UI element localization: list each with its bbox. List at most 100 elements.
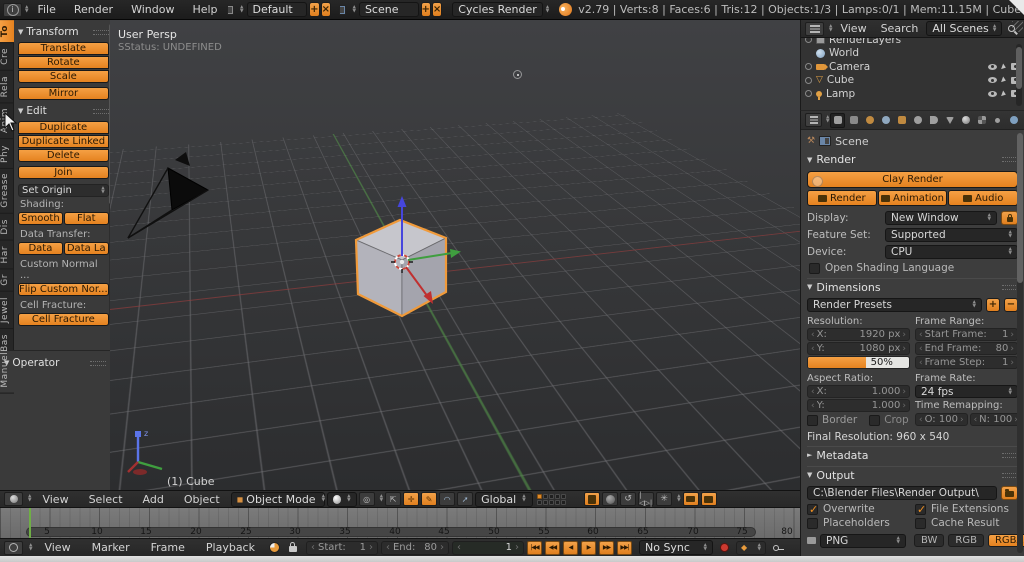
end-frame-field[interactable]: ‹ End Frame: 80 › (915, 342, 1018, 355)
output-path-field[interactable]: C:\Blender Files\Render Output\ (807, 485, 997, 500)
pivot-point-icon[interactable]: ◎ (358, 492, 375, 506)
mode-selector[interactable]: ◼ Object Mode ▲ ▼ (230, 491, 325, 507)
frame-rate-selector[interactable]: 24 fps ▲ ▼ (915, 385, 1018, 398)
render-opengl-icon[interactable] (682, 492, 699, 506)
tab-tools[interactable]: To (0, 20, 14, 44)
menu-file[interactable]: File (28, 3, 64, 16)
auto-keyframe-record-button[interactable] (719, 543, 729, 552)
mirror-button[interactable]: Mirror (18, 87, 109, 100)
layers-widget[interactable] (537, 493, 567, 505)
render-presets-selector[interactable]: Render Presets ▲ ▼ (807, 297, 982, 312)
end-frame-field[interactable]: ‹ End: 80 › (380, 540, 449, 555)
timeline-editor-icon[interactable] (4, 540, 23, 555)
selectability-icon[interactable] (1001, 90, 1007, 98)
placeholders-checkbox[interactable] (807, 517, 818, 529)
area-corner-grip[interactable] (1012, 21, 1023, 32)
add-scene-button[interactable]: + (420, 2, 431, 17)
outliner-editor-icon[interactable] (805, 21, 824, 36)
panel-header-operator[interactable]: ▼ Operator (4, 357, 106, 369)
close-scene-button[interactable]: × (431, 2, 443, 17)
render-animation-button[interactable]: Animation (877, 190, 948, 206)
panel-header-render[interactable]: ▼ Render (807, 151, 1018, 168)
tab-render[interactable] (830, 112, 846, 128)
manipulator-scale-toggle[interactable]: ◠ (439, 492, 456, 506)
playback-range-icon[interactable] (268, 542, 280, 553)
timeline-marker-menu[interactable]: Marker (83, 541, 139, 554)
tab-render-layers[interactable] (846, 113, 861, 128)
close-layout-button[interactable]: × (320, 2, 331, 17)
tab-manuelbas[interactable]: ManuelBas (0, 329, 14, 394)
current-frame-field[interactable]: ‹ 1 › (451, 540, 524, 555)
crop-checkbox[interactable] (869, 414, 881, 426)
select-menu[interactable]: Select (80, 493, 132, 506)
cell-fracture-button[interactable]: Cell Fracture (18, 313, 109, 326)
scale-button[interactable]: Scale (18, 70, 109, 83)
aspect-x-field[interactable]: ‹ X: 1.000 › (807, 385, 910, 398)
object-menu[interactable]: Object (175, 493, 229, 506)
visibility-eye-icon[interactable] (988, 63, 997, 70)
tab-material[interactable] (958, 113, 973, 128)
render-engine-selector[interactable]: Cycles Render (452, 2, 543, 17)
info-editor-icon[interactable]: i (3, 2, 22, 17)
tab-physics[interactable] (1006, 113, 1021, 128)
proportional-edit-icon[interactable]: |◁▷| (638, 491, 655, 507)
outliner-row-cube[interactable]: ▽ Cube (805, 74, 1020, 88)
cache-result-checkbox[interactable] (915, 517, 926, 529)
rotate-button[interactable]: Rotate (18, 56, 109, 69)
tab-world[interactable] (878, 113, 893, 128)
remap-new-field[interactable]: ‹N: 100› (969, 413, 1022, 426)
tab-gr[interactable]: Gr (0, 269, 14, 293)
remove-preset-button[interactable]: − (1004, 297, 1018, 312)
editor-type-icon[interactable] (4, 492, 23, 506)
translate-button[interactable]: Translate (18, 42, 109, 55)
snap-file-icon[interactable] (584, 492, 601, 506)
tab-har[interactable]: Har (0, 240, 14, 270)
jump-to-start-button[interactable]: |◀◀ (526, 540, 542, 555)
rgb-button[interactable]: RGB (948, 534, 984, 547)
panel-header-metadata[interactable]: ► Metadata (807, 446, 1018, 463)
menu-render[interactable]: Render (65, 3, 122, 16)
properties-editor-icon[interactable] (805, 113, 822, 127)
viewport-3d[interactable]: z User Persp SStatus: UNDEFINED (1) Cube (110, 20, 800, 490)
scene-icon[interactable] (338, 4, 347, 15)
tab-object[interactable] (894, 113, 909, 128)
tab-grease-pencil[interactable]: Grease (0, 168, 14, 215)
selectability-icon[interactable] (1001, 76, 1007, 84)
feature-set-selector[interactable]: Supported ▲ ▼ (885, 227, 1018, 242)
lamp-object[interactable] (513, 70, 522, 79)
outliner-row-world[interactable]: World (805, 47, 1020, 61)
duplicate-button[interactable]: Duplicate (18, 121, 109, 134)
tab-data[interactable] (942, 113, 957, 128)
outliner-filter-selector[interactable]: All Scenes ▲ ▼ (926, 21, 1003, 36)
keying-key-icon[interactable] (772, 544, 784, 551)
panel-header-edit[interactable]: ▼ Edit (18, 105, 109, 117)
join-button[interactable]: Join (18, 166, 109, 179)
shade-flat-button[interactable]: Flat (63, 212, 109, 225)
tab-scene[interactable] (862, 113, 877, 128)
start-frame-field[interactable]: ‹ Start Frame: 1 › (915, 328, 1018, 341)
tab-modifiers[interactable] (926, 113, 941, 128)
data-transfer-button[interactable]: Data (18, 242, 63, 255)
resolution-x-field[interactable]: ‹ X: 1920 px › (807, 328, 910, 341)
viewport-shading-selector[interactable]: ▲ ▼ (326, 491, 357, 507)
tab-create[interactable]: Cre (0, 43, 14, 71)
data-layout-button[interactable]: Data La (63, 242, 109, 255)
file-format-selector[interactable]: PNG ▲ ▼ (820, 533, 906, 548)
rotation-history-icon[interactable]: ↺ (620, 492, 637, 506)
shade-smooth-button[interactable]: Smooth (18, 212, 63, 225)
outliner-row-camera[interactable]: Camera (805, 60, 1020, 74)
prev-keyframe-button[interactable]: ◀◀ (544, 540, 560, 555)
outliner-row-lamp[interactable]: Lamp (805, 87, 1020, 101)
next-keyframe-button[interactable]: ▶▶ (598, 540, 614, 555)
camera-object[interactable] (120, 138, 220, 248)
timeline-playback-menu[interactable]: Playback (197, 541, 264, 554)
tab-physics[interactable]: Phy (0, 139, 14, 169)
add-menu[interactable]: Add (134, 493, 173, 506)
timeline-ruler[interactable]: 5 10 15 20 25 30 35 40 45 50 55 60 65 70… (0, 508, 800, 538)
clay-render-button[interactable]: Clay Render (807, 171, 1018, 188)
tab-relations[interactable]: Rela (0, 70, 14, 104)
selectability-icon[interactable] (1001, 63, 1007, 71)
lock-interface-button[interactable] (1001, 210, 1018, 225)
panel-header-output[interactable]: ▼ Output (807, 466, 1018, 483)
flip-custom-normals-button[interactable]: Flip Custom Nor... (18, 283, 109, 296)
